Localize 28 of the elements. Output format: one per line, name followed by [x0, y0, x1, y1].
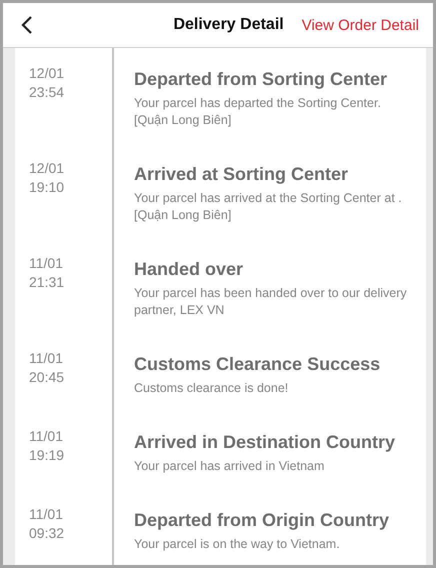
event-description: Your parcel is on the way to Vietnam. — [134, 536, 341, 553]
event-title: Departed from Sorting Center — [134, 68, 388, 90]
event-title: Arrived at Sorting Center — [134, 163, 350, 185]
event-date: 12/01 — [29, 64, 66, 83]
event-date: 12/01 — [29, 159, 66, 178]
event-date: 11/01 — [29, 349, 64, 368]
event-description: Your parcel has been handed over to our delivery partner, LEX VN — [134, 285, 408, 319]
event-title: Handed over — [134, 258, 244, 280]
event-date: 11/01 — [29, 254, 64, 273]
event-description: Customs clearance is done! — [134, 380, 290, 397]
event-description: Your parcel has arrived at the Sorting Center at . [Quận Long Biên] — [134, 190, 403, 224]
event-date: 11/01 — [29, 505, 64, 524]
event-description: Your parcel has arrived in Vietnam — [134, 458, 326, 475]
back-icon — [21, 15, 33, 35]
event-title: Departed from Origin Country — [134, 509, 390, 531]
event-time: 09:32 — [29, 524, 66, 543]
back-button[interactable] — [21, 15, 33, 35]
event-time: 19:19 — [29, 446, 66, 465]
view-order-detail-link[interactable]: View Order Detail — [302, 16, 419, 34]
event-time: 23:54 — [29, 83, 66, 102]
event-title: Customs Clearance Success — [134, 353, 382, 375]
event-description: Your parcel has departed the Sorting Center. [Quận Long Biên] — [134, 95, 382, 129]
page-title: Delivery Detail — [173, 16, 284, 34]
event-time: 19:10 — [29, 178, 66, 197]
event-title: Arrived in Destination Country — [134, 431, 396, 453]
event-time: 21:31 — [29, 273, 66, 292]
event-time: 20:45 — [29, 368, 66, 387]
event-date: 11/01 — [29, 427, 64, 446]
